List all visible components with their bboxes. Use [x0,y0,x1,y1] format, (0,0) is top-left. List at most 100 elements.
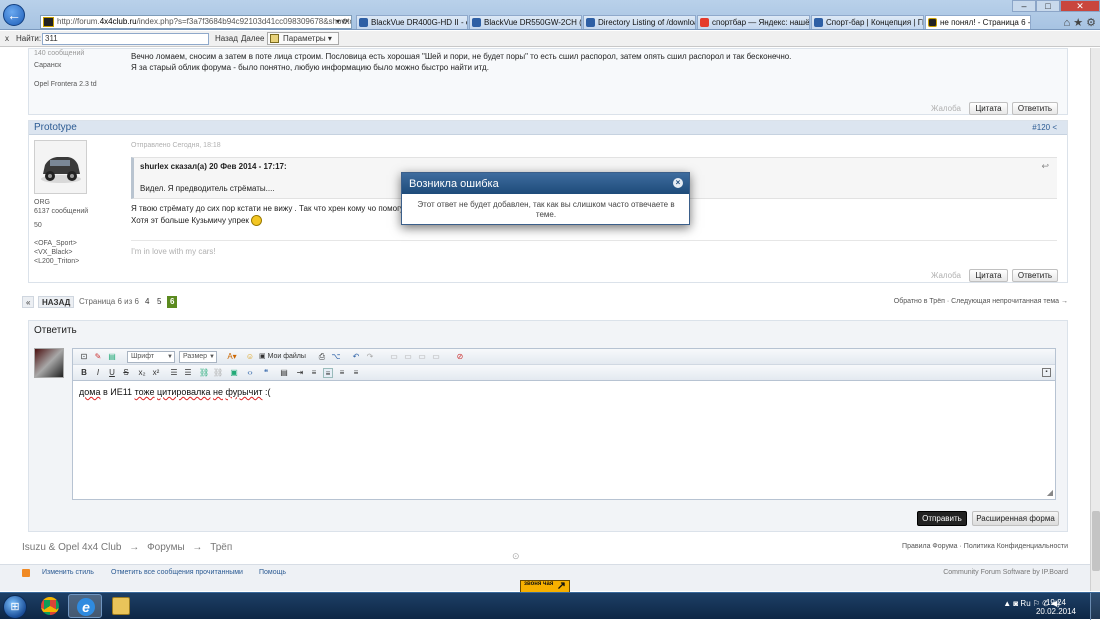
close-window-button[interactable]: ✕ [1060,0,1100,12]
pagination-back-button[interactable]: НАЗАД [38,296,75,308]
breadcrumb-home[interactable]: Isuzu & Opel 4x4 Club [22,542,122,553]
report-link[interactable]: Жалоба [931,271,961,280]
clock[interactable]: 19:24 20.02.2014 [1036,598,1076,616]
breadcrumb-trep[interactable]: Трёп [210,542,232,553]
paste-text-icon[interactable]: ▭ [431,352,441,362]
breadcrumb-forums[interactable]: Форумы [147,542,185,553]
my-files-button[interactable]: ▣ Мои файлы [259,352,309,362]
print-icon[interactable]: ⎙ [317,352,327,362]
reply-button[interactable]: Ответить [1012,102,1058,115]
breadcrumb-separator: → [129,542,140,553]
spoiler-icon[interactable]: ▤ [279,368,289,378]
tab-directory-listing[interactable]: Directory Listing of /download... [583,15,696,29]
ie-taskbar-button[interactable]: e [68,594,102,618]
tab-active-forum[interactable]: не понял! - Страница 6 - Т... [925,15,1031,29]
cut-icon[interactable]: ▭ [389,352,399,362]
quote-button[interactable]: Цитата [969,269,1008,282]
code-icon[interactable]: ‹› [245,368,255,378]
align-justify-icon[interactable]: ≡ [351,368,361,378]
subscript-icon[interactable]: x₂ [137,368,147,378]
windows-taskbar: ⊞ e ▲ ◙ Ru ⚐ ✆ ◀) 19:24 20.02.2014 [0,592,1100,620]
chrome-taskbar-button[interactable] [33,594,67,618]
redo-icon[interactable]: ↷ [365,352,375,362]
report-link[interactable]: Жалоба [931,104,961,113]
quote-jump-icon[interactable]: ↩ [1041,161,1049,172]
page-scrollbar[interactable] [1090,48,1100,591]
home-favorites-settings-icons[interactable]: ⌂ ★ ⚙ [1064,16,1096,29]
tab-blackvue-dr400[interactable]: BlackVue DR400G-HD II - стр. ... [356,15,468,29]
tab-favicon-icon [586,18,595,27]
align-left-icon[interactable]: ≡ [309,368,319,378]
rss-icon[interactable] [22,569,30,577]
tab-blackvue-dr550[interactable]: BlackVue DR550GW-2CH (2-к... [469,15,582,29]
quote-icon[interactable]: ❝ [261,368,271,378]
emoticon-icon[interactable]: ☺ [245,352,255,362]
close-icon[interactable]: × [673,178,683,188]
tab-sportbar-concept[interactable]: Спорт-бар | Концепция | ГК ... [811,15,924,29]
find-prev-button[interactable]: Назад [215,31,238,46]
minimize-button[interactable]: – [1012,0,1036,12]
tab-yandex-sportbar[interactable]: спортбар — Яндекс: нашёлс... [697,15,810,29]
text-color-icon[interactable]: A▾ [225,352,239,362]
remove-format-icon[interactable]: ⊘ [455,352,465,362]
link-icon[interactable]: ⛓ [199,368,209,378]
eraser-icon[interactable]: ✎ [93,352,103,362]
submit-button[interactable]: Отправить [917,511,967,526]
explorer-taskbar-button[interactable] [104,594,138,618]
start-button[interactable]: ⊞ [3,595,27,619]
copy-icon[interactable]: ▭ [403,352,413,362]
toggle-editor-icon[interactable]: ▪ [1042,368,1051,377]
editor-content[interactable]: дома в ИЕ11 тоже цитировалка не фурычит … [79,387,270,397]
post-author-name[interactable]: Prototype [34,122,77,133]
reply-button[interactable]: Ответить [1012,269,1058,282]
table-icon[interactable]: ▤ [107,352,117,362]
mark-read-link[interactable]: Отметить все сообщения прочитанными [111,569,243,576]
source-icon[interactable]: ⊡ [79,352,89,362]
align-center-icon[interactable]: ≡ [323,368,333,378]
indent-icon[interactable]: ⇥ [295,368,305,378]
find-close-icon[interactable]: x [5,31,9,46]
post-number-link[interactable]: #120 < [1032,123,1057,132]
image-icon[interactable]: ▣ [229,368,239,378]
paste-icon[interactable]: ▭ [417,352,427,362]
numbered-list-icon[interactable]: ☰ [183,368,193,378]
superscript-icon[interactable]: x² [151,368,161,378]
pagination-page-4[interactable]: 4 [142,296,152,308]
address-bar[interactable]: http://forum.4x4club.ru/index.php?s=f3a7… [40,15,352,29]
address-controls[interactable]: ▾ ⟳ [336,16,349,28]
find-params-button[interactable]: Параметры ▾ [267,32,339,45]
strikethrough-icon[interactable]: S [121,368,131,378]
back-to-top-icon[interactable]: ⊙ [512,551,520,562]
bold-icon[interactable]: B [79,368,89,378]
rules-privacy-links[interactable]: Правила Форума · Политика Конфиденциальн… [902,543,1068,550]
font-select[interactable]: Шрифт ▼ [127,351,175,363]
pagination-page-5[interactable]: 5 [154,296,164,308]
software-credit[interactable]: Community Forum Software by IP.Board [943,569,1068,576]
back-arrow-icon[interactable]: ← [3,4,25,26]
avatar[interactable] [34,140,87,194]
chevron-down-icon: ▼ [209,354,215,360]
find-input[interactable]: 311 [42,33,209,45]
underline-icon[interactable]: U [107,368,117,378]
unlink-icon[interactable]: ⛓ [213,368,223,378]
italic-icon[interactable]: I [93,368,103,378]
author-signature-car: <OFA_Sport> [34,240,77,247]
pagination-first-arrow[interactable]: « [22,296,35,308]
show-desktop-button[interactable] [1090,593,1100,620]
change-style-link[interactable]: Изменить стиль [42,569,94,576]
help-link[interactable]: Помощь [259,569,286,576]
quote-button[interactable]: Цитата [969,102,1008,115]
find-next-button[interactable]: Далее [241,31,264,46]
align-right-icon[interactable]: ≡ [337,368,347,378]
advanced-form-button[interactable]: Расширенная форма [972,511,1059,526]
bulleted-list-icon[interactable]: ☰ [169,368,179,378]
undo-icon[interactable]: ↶ [351,352,361,362]
size-select[interactable]: Размер ▼ [179,351,217,363]
topic-navigation[interactable]: Обратно в Трёп · Следующая непрочитанная… [894,298,1068,305]
spellcheck-icon[interactable]: ⌥ [331,352,341,362]
post-text-line: Хотя эт больше Кузьмичу упрек [131,215,263,227]
dialog-title: Возникла ошибка [409,178,499,190]
scrollbar-thumb[interactable] [1092,511,1100,571]
maximize-button[interactable]: □ [1036,0,1060,12]
resize-handle-icon[interactable]: ◢ [1047,488,1053,497]
